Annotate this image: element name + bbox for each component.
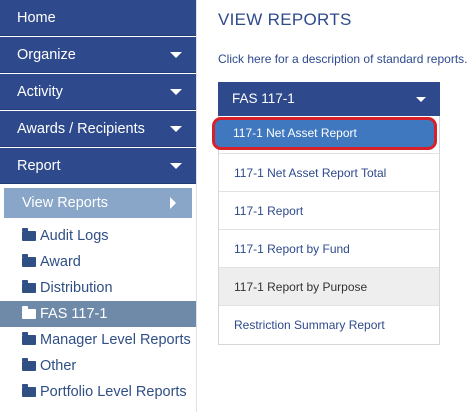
chevron-right-icon <box>170 197 176 209</box>
nav-item-label: Activity <box>17 84 63 100</box>
nav-item-label: Home <box>17 10 56 26</box>
folder-item-award[interactable]: Award <box>0 249 196 275</box>
nav-item-label: Organize <box>17 47 76 63</box>
description-suffix: for a description of standard reports. <box>274 52 467 66</box>
menu-item-report-by-purpose[interactable]: 117-1 Report by Purpose <box>219 268 439 306</box>
folder-icon <box>22 306 36 319</box>
description-text: Click here for a description of standard… <box>218 52 467 66</box>
folder-icon <box>22 280 36 293</box>
description-link[interactable]: here <box>247 52 271 66</box>
dropdown-label: FAS 117-1 <box>232 91 295 106</box>
menu-item-label: 117-1 Net Asset Report Total <box>234 166 387 180</box>
nav-item-label: Report <box>17 158 61 174</box>
folder-label: Award <box>40 254 81 270</box>
folder-label: FAS 117-1 <box>40 306 108 322</box>
nav-item-home[interactable]: Home <box>0 0 196 36</box>
subnav-label: View Reports <box>22 195 108 211</box>
folder-item-portfolio-level-reports[interactable]: Portfolio Level Reports <box>0 379 196 405</box>
menu-item-117-1-report[interactable]: 117-1 Report <box>219 192 439 230</box>
subnav-view-reports[interactable]: View Reports <box>4 188 192 218</box>
nav-item-activity[interactable]: Activity <box>0 74 196 110</box>
folder-icon <box>22 332 36 345</box>
menu-item-net-asset-report-total[interactable]: 117-1 Net Asset Report Total <box>219 154 439 192</box>
menu-item-restriction-summary-report[interactable]: Restriction Summary Report <box>219 306 439 344</box>
menu-item-label: 117-1 Report <box>234 204 304 218</box>
menu-item-report-by-fund[interactable]: 117-1 Report by Fund <box>219 230 439 268</box>
menu-item-label: Restriction Summary Report <box>234 318 385 332</box>
chevron-down-icon <box>416 97 426 102</box>
nav-item-report[interactable]: Report <box>0 148 196 184</box>
nav-item-organize[interactable]: Organize <box>0 37 196 73</box>
main-content: VIEW REPORTS Click here for a descriptio… <box>197 0 467 412</box>
description-prefix: Click <box>218 52 244 66</box>
folder-item-other[interactable]: Other <box>0 353 196 379</box>
folder-label: Other <box>40 358 77 374</box>
page-title: VIEW REPORTS <box>218 10 352 29</box>
nav-item-awards-recipients[interactable]: Awards / Recipients <box>0 111 196 147</box>
folder-item-distribution[interactable]: Distribution <box>0 275 196 301</box>
folder-icon <box>22 254 36 267</box>
chevron-down-icon <box>170 89 182 95</box>
folder-icon <box>22 384 36 397</box>
folder-label: Portfolio Level Reports <box>40 384 187 400</box>
menu-item-label[interactable]: 117-1 Net Asset Report <box>233 117 357 150</box>
folder-icon <box>22 358 36 371</box>
folder-item-fas-117-1[interactable]: FAS 117-1 <box>0 301 196 327</box>
sidebar: Home Organize Activity Awards / Recipien… <box>0 0 197 412</box>
report-category-dropdown[interactable]: FAS 117-1 <box>218 82 440 116</box>
nav-item-label: Awards / Recipients <box>17 121 145 137</box>
folder-item-audit-logs[interactable]: Audit Logs <box>0 223 196 249</box>
menu-item-label: 117-1 Report by Purpose <box>234 280 368 294</box>
folder-icon <box>22 228 36 241</box>
chevron-down-icon <box>170 163 182 169</box>
chevron-down-icon <box>170 126 182 132</box>
folder-label: Manager Level Reports <box>40 332 191 348</box>
folder-label: Distribution <box>40 280 113 296</box>
menu-item-label: 117-1 Report by Fund <box>234 242 350 256</box>
folder-label: Audit Logs <box>40 228 109 244</box>
folder-item-manager-level-reports[interactable]: Manager Level Reports <box>0 327 196 353</box>
report-menu: 117-1 Net Asset Report Total 117-1 Repor… <box>218 116 440 345</box>
chevron-down-icon <box>170 52 182 58</box>
